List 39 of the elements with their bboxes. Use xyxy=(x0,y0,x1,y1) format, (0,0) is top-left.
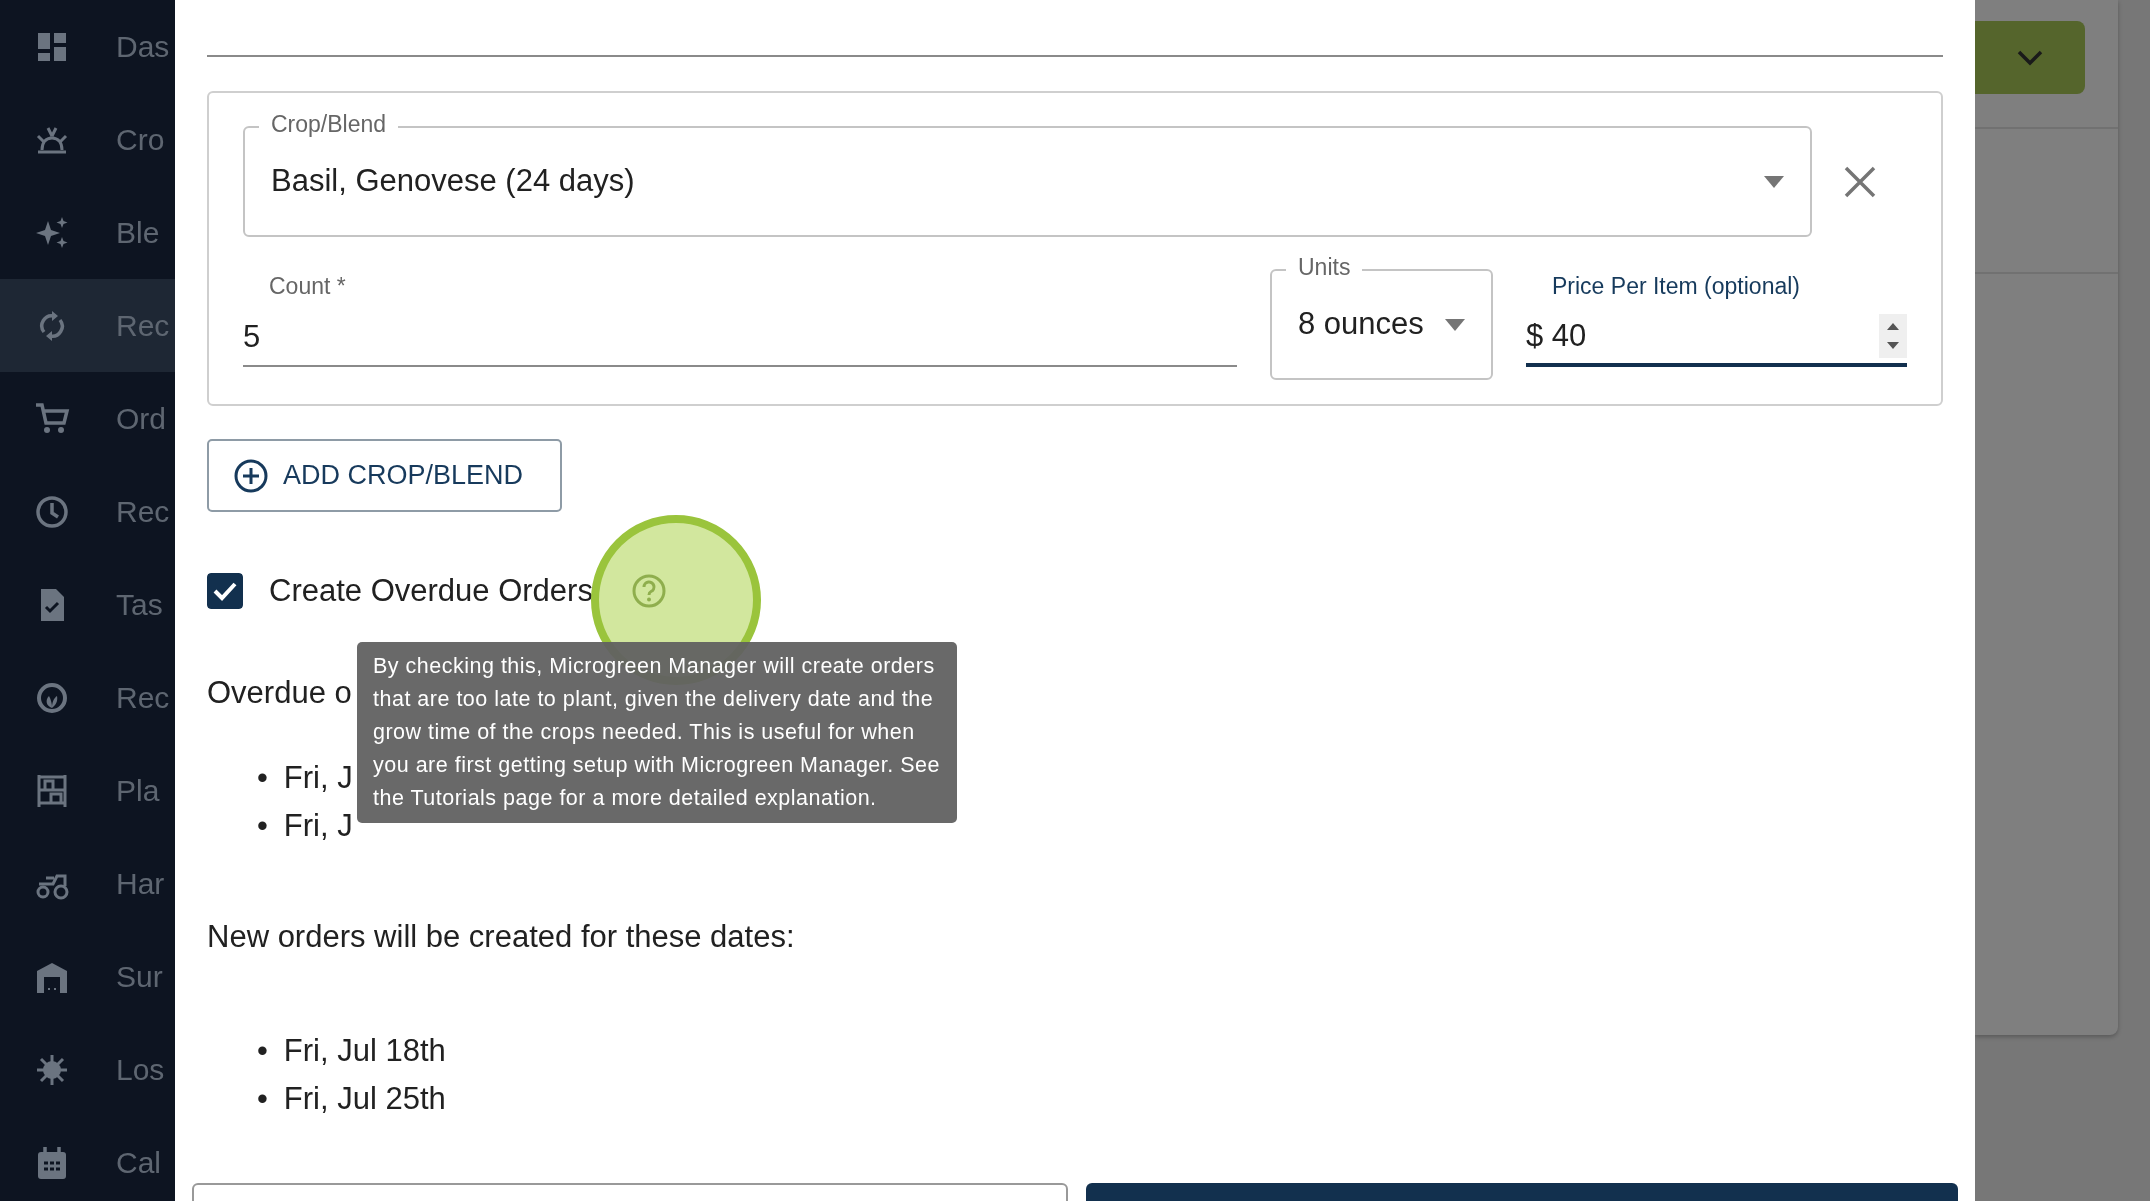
sidebar-item[interactable]: Los xyxy=(0,1023,175,1116)
bullet: • xyxy=(257,807,268,845)
caret-icon xyxy=(1445,318,1465,331)
checkbox-label: Create Overdue Orders xyxy=(269,572,593,610)
price-input[interactable]: $ 40 xyxy=(1526,309,1907,367)
sidebar-item[interactable]: Ble xyxy=(0,186,175,279)
sidebar-item[interactable]: Ord xyxy=(0,372,175,465)
field-label: Price Per Item (optional) xyxy=(1551,272,1801,301)
field-label: Count * xyxy=(268,272,347,301)
bullet: • xyxy=(257,1031,268,1070)
sidebar-item[interactable]: Rec xyxy=(0,465,175,558)
select-value: Basil, Genovese (24 days) xyxy=(271,162,636,201)
bullet: • xyxy=(257,759,268,797)
new-orders-heading: New orders will be created for these dates: xyxy=(207,918,796,956)
sidebar-item[interactable]: Tas xyxy=(0,558,175,651)
sidebar-item[interactable]: Pla xyxy=(0,744,175,837)
date-item: Fri, J xyxy=(283,759,353,797)
tooltip: By checking this, Microgreen Manager will create orders that are too late to plant, given the delivery date and the grow time of the crops needed. This is useful for when you are first getting setup with Microgreen Manager. See the Tutorials page for a more detailed explanation. xyxy=(357,642,957,823)
add-crop-blend-button[interactable]: ADD CROP/BLEND xyxy=(207,439,562,512)
select-value: 8 ounces xyxy=(1298,305,1425,344)
checkbox[interactable] xyxy=(207,573,243,610)
nav-icon xyxy=(34,493,70,530)
sidebar-item[interactable]: Das xyxy=(0,0,175,93)
count-input[interactable]: 5 xyxy=(243,309,1237,367)
date-item: Fri, Jul 25th xyxy=(283,1079,446,1118)
chevron-down-icon xyxy=(2017,49,2043,66)
sidebar-item[interactable]: Rec xyxy=(0,651,175,744)
sidebar-item[interactable]: Cal xyxy=(0,1116,175,1201)
date-item: Fri, Jul 18th xyxy=(283,1031,446,1070)
date-item: Fri, J xyxy=(283,807,353,845)
sidebar-item[interactable]: Sur xyxy=(0,930,175,1023)
plus-circle-icon xyxy=(233,457,269,494)
sidebar-item[interactable]: Rec xyxy=(0,279,175,372)
close-icon[interactable] xyxy=(1842,164,1877,199)
bullet: • xyxy=(257,1079,268,1118)
sidebar-item[interactable]: Cro xyxy=(0,93,175,186)
sidebar-item[interactable]: Har xyxy=(0,837,175,930)
caret-icon xyxy=(1764,175,1784,188)
overdue-heading: Overdue o xyxy=(207,673,352,712)
